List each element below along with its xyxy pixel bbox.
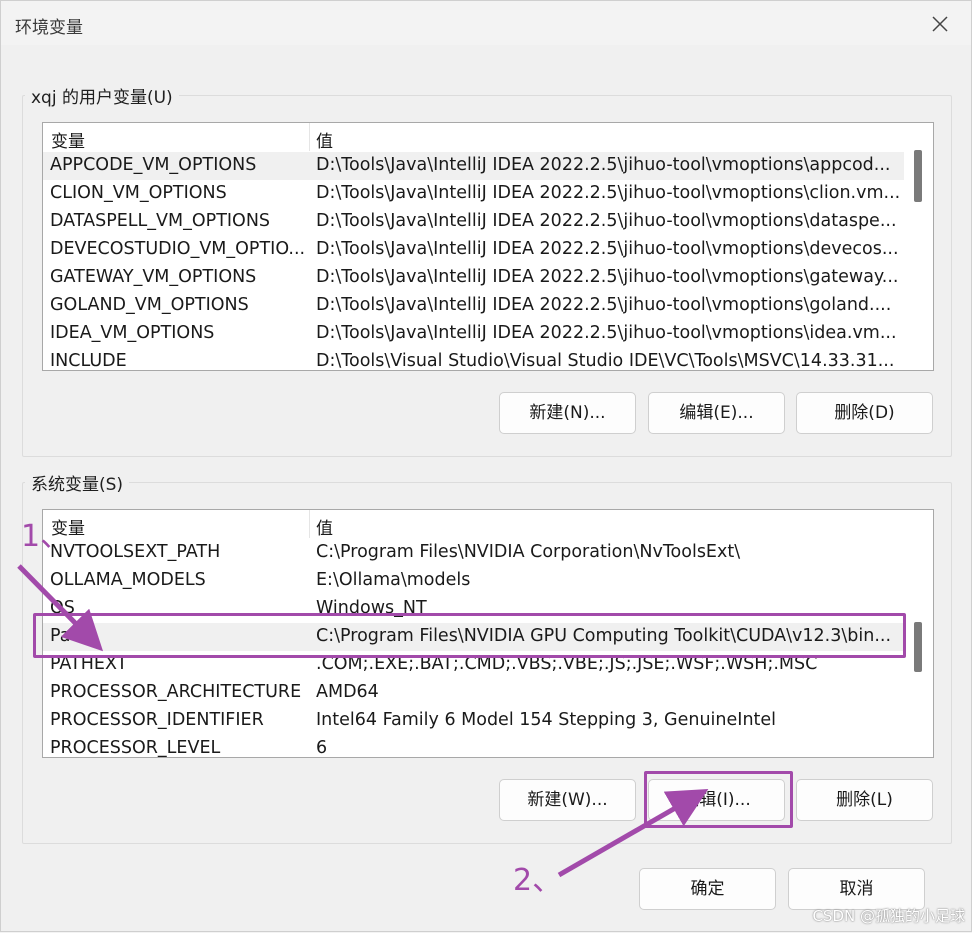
arrow-to-path-row: [17, 564, 104, 652]
annotation-arrows: [17, 564, 709, 878]
arrow-to-edit-button: [557, 789, 709, 878]
watermark: CSDN @孤独的小足球: [812, 907, 965, 925]
environment-variables-dialog: 环境变量 xqj 的用户变量(U) 变量 值 APPCODE_VM_OPTION…: [0, 0, 972, 932]
